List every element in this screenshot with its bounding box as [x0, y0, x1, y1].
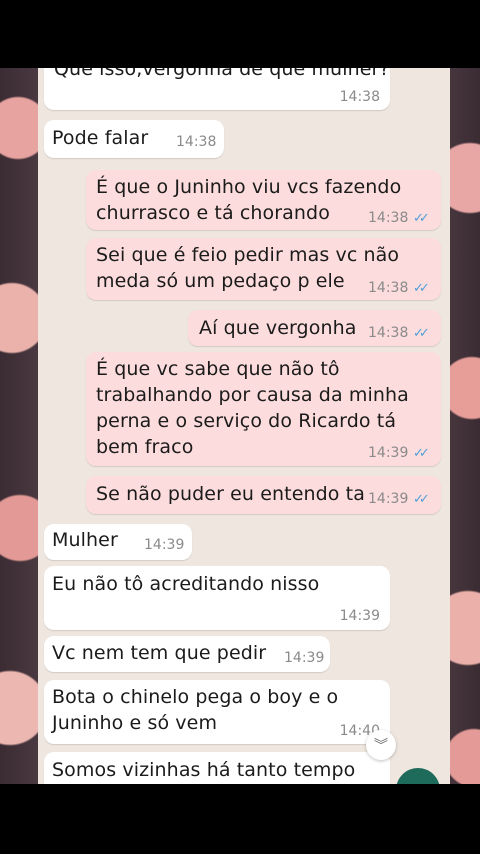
message-text: Aí que vergonha	[199, 317, 357, 339]
read-receipt-icon: ✓✓	[413, 446, 430, 461]
read-receipt-icon: ✓✓	[413, 326, 430, 341]
read-receipt-icon: ✓✓	[413, 492, 430, 507]
message-time: 14:38	[368, 280, 409, 296]
message-incoming[interactable]: Bota o chinelo pega o boy e o Juninho e …	[44, 680, 390, 744]
message-time: 14:39	[339, 608, 380, 624]
message-text: Somos vizinhas há tanto tempo	[52, 759, 356, 781]
message-incoming[interactable]: Mulher 14:39	[44, 524, 192, 560]
message-time: 14:38	[339, 89, 380, 105]
message-text: Que isso,vergonha de que mulher?	[54, 68, 390, 80]
message-text: Eu não tô acreditando nisso	[52, 573, 320, 595]
message-time: 14:38	[176, 134, 217, 150]
compose-button[interactable]	[396, 768, 440, 784]
message-time: 14:39	[368, 445, 409, 461]
message-time: 14:38	[368, 325, 409, 341]
message-text: É que o Juninho viu vcs fazendo churrasc…	[96, 176, 402, 224]
message-text: É que vc sabe que não tô trabalhando por…	[96, 358, 409, 458]
message-text: Bota o chinelo pega o boy e o Juninho e …	[52, 686, 339, 734]
message-outgoing[interactable]: Sei que é feio pedir mas vc não meda só …	[86, 238, 441, 300]
message-incoming[interactable]: Pode falar 14:38	[44, 120, 224, 158]
message-incoming[interactable]: Vc nem tem que pedir 14:39	[44, 636, 330, 672]
chevron-double-down-icon: ︾	[374, 738, 388, 754]
read-receipt-icon: ✓✓	[413, 211, 430, 226]
message-incoming[interactable]: Que isso,vergonha de que mulher? 14:38	[44, 68, 390, 110]
message-text: Pode falar	[52, 127, 149, 149]
message-outgoing[interactable]: É que vc sabe que não tô trabalhando por…	[86, 352, 441, 466]
message-time: 14:39	[368, 491, 409, 507]
message-time: 14:38	[368, 210, 409, 226]
message-incoming[interactable]: Somos vizinhas há tanto tempo	[44, 752, 390, 784]
message-outgoing[interactable]: É que o Juninho viu vcs fazendo churrasc…	[86, 170, 441, 230]
screenshot-frame: Que isso,vergonha de que mulher? 14:38 P…	[0, 68, 480, 784]
message-text: Mulher	[52, 529, 118, 551]
message-text: Sei que é feio pedir mas vc não meda só …	[96, 244, 400, 292]
message-text: Vc nem tem que pedir	[52, 642, 267, 664]
message-outgoing[interactable]: Se não puder eu entendo ta 14:39 ✓✓	[86, 476, 441, 514]
message-time: 14:39	[144, 537, 185, 553]
message-text: Se não puder eu entendo ta	[96, 483, 365, 505]
read-receipt-icon: ✓✓	[413, 281, 430, 296]
message-time: 14:39	[284, 650, 325, 666]
chat-area: Que isso,vergonha de que mulher? 14:38 P…	[38, 68, 450, 784]
message-incoming[interactable]: Eu não tô acreditando nisso 14:39	[44, 566, 390, 630]
scroll-down-button[interactable]: ︾	[366, 730, 396, 760]
message-outgoing[interactable]: Aí que vergonha 14:38 ✓✓	[188, 310, 441, 346]
